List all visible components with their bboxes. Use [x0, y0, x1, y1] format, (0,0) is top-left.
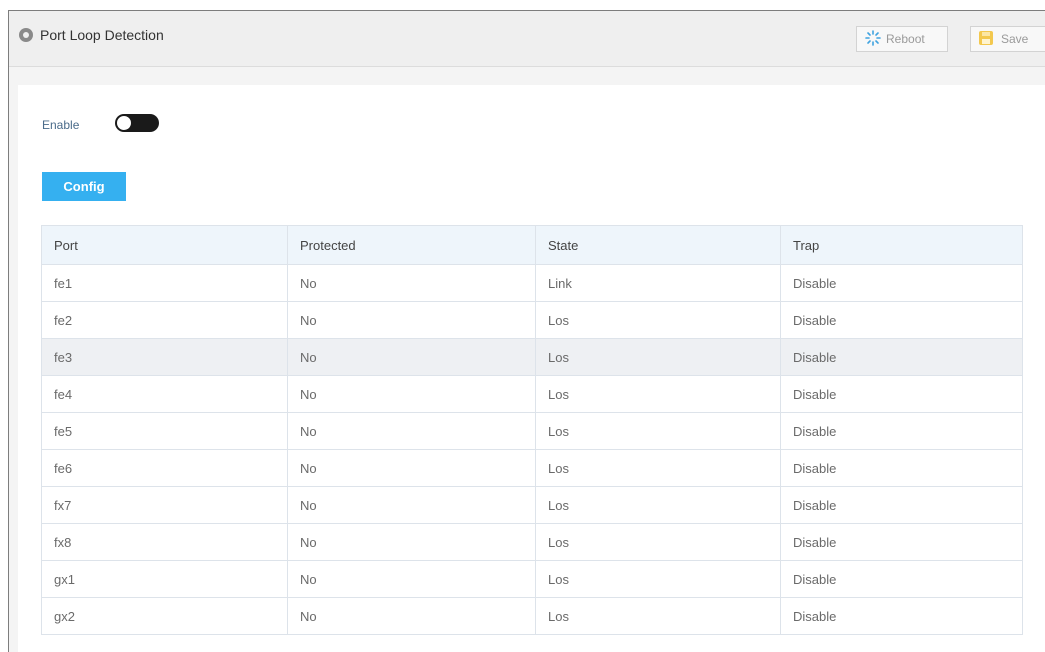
location-pin-icon	[19, 28, 33, 42]
state-cell: Los	[535, 301, 781, 339]
port-cell: fx7	[41, 486, 288, 524]
table-row[interactable]: gx1 No Los Disable	[41, 560, 1023, 598]
port-cell: fe2	[41, 301, 288, 339]
protected-cell: No	[287, 523, 536, 561]
table-row[interactable]: fx8 No Los Disable	[41, 523, 1023, 561]
protected-cell: No	[287, 264, 536, 302]
table-row[interactable]: fe5 No Los Disable	[41, 412, 1023, 450]
protected-cell: No	[287, 338, 536, 376]
enable-label: Enable	[42, 118, 80, 132]
protected-cell: No	[287, 597, 536, 635]
trap-cell: Disable	[780, 375, 1023, 413]
table-row[interactable]: fe6 No Los Disable	[41, 449, 1023, 487]
page-title: Port Loop Detection	[40, 27, 164, 43]
state-cell: Los	[535, 486, 781, 524]
port-cell: fx8	[41, 523, 288, 561]
state-cell: Los	[535, 412, 781, 450]
column-header-state[interactable]: State	[535, 225, 781, 265]
trap-cell: Disable	[780, 338, 1023, 376]
port-cell: fe4	[41, 375, 288, 413]
column-header-port[interactable]: Port	[41, 225, 288, 265]
state-cell: Los	[535, 560, 781, 598]
port-cell: fe5	[41, 412, 288, 450]
port-cell: fe6	[41, 449, 288, 487]
state-cell: Los	[535, 338, 781, 376]
table-row[interactable]: fe1 No Link Disable	[41, 264, 1023, 302]
toggle-knob	[116, 115, 132, 131]
trap-cell: Disable	[780, 560, 1023, 598]
trap-cell: Disable	[780, 449, 1023, 487]
reboot-button[interactable]: Reboot	[856, 26, 948, 52]
config-button[interactable]: Config	[42, 172, 126, 201]
port-cell: gx2	[41, 597, 288, 635]
state-cell: Los	[535, 375, 781, 413]
save-button[interactable]: Save	[970, 26, 1045, 52]
port-loop-table: Port Protected State Trap fe1 No Link Di…	[41, 225, 1023, 635]
port-cell: gx1	[41, 560, 288, 598]
enable-toggle[interactable]	[115, 114, 159, 132]
protected-cell: No	[287, 375, 536, 413]
reboot-label: Reboot	[886, 32, 925, 46]
table-header-row: Port Protected State Trap	[41, 225, 1023, 265]
column-header-trap[interactable]: Trap	[780, 225, 1023, 265]
trap-cell: Disable	[780, 597, 1023, 635]
protected-cell: No	[287, 560, 536, 598]
table-row[interactable]: fx7 No Los Disable	[41, 486, 1023, 524]
state-cell: Los	[535, 597, 781, 635]
floppy-disk-icon	[979, 31, 993, 45]
port-cell: fe3	[41, 338, 288, 376]
port-cell: fe1	[41, 264, 288, 302]
trap-cell: Disable	[780, 301, 1023, 339]
state-cell: Los	[535, 523, 781, 561]
trap-cell: Disable	[780, 486, 1023, 524]
state-cell: Link	[535, 264, 781, 302]
refresh-spinner-icon	[865, 30, 881, 46]
table-row[interactable]: gx2 No Los Disable	[41, 597, 1023, 635]
trap-cell: Disable	[780, 264, 1023, 302]
table-row[interactable]: fe3 No Los Disable	[41, 338, 1023, 376]
table-row[interactable]: fe4 No Los Disable	[41, 375, 1023, 413]
protected-cell: No	[287, 412, 536, 450]
table-row[interactable]: fe2 No Los Disable	[41, 301, 1023, 339]
trap-cell: Disable	[780, 412, 1023, 450]
protected-cell: No	[287, 301, 536, 339]
column-header-protected[interactable]: Protected	[287, 225, 536, 265]
protected-cell: No	[287, 486, 536, 524]
trap-cell: Disable	[780, 523, 1023, 561]
state-cell: Los	[535, 449, 781, 487]
save-label: Save	[1001, 32, 1029, 46]
protected-cell: No	[287, 449, 536, 487]
